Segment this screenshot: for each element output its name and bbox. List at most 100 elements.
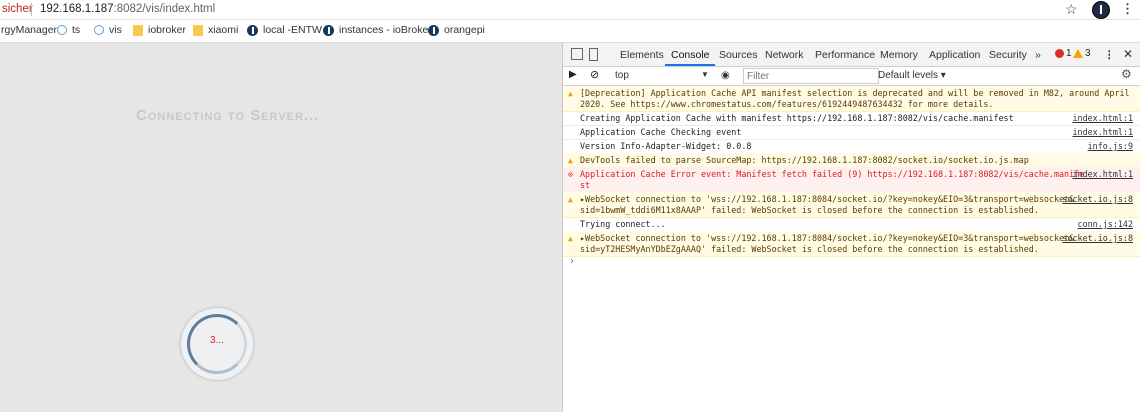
- cloud-icon: [57, 25, 67, 35]
- url-path: :8082/vis/index.html: [113, 3, 216, 15]
- console-toolbar: ▶ ⊘ top ▼ ◉ Default levels ▾ ⚙: [563, 67, 1140, 86]
- context-caret-icon[interactable]: ▼: [701, 70, 709, 79]
- bookmark-label: xiaomi: [208, 24, 239, 36]
- inspect-element-icon[interactable]: [571, 48, 583, 60]
- warning-count: 3: [1085, 48, 1091, 59]
- console-source-link[interactable]: index.html:1: [1072, 127, 1133, 138]
- error-icon: ⊗: [568, 170, 573, 179]
- tab-performance[interactable]: Performance: [815, 49, 875, 61]
- error-count: 1: [1066, 48, 1072, 59]
- log-levels-dropdown[interactable]: Default levels ▾: [878, 70, 946, 81]
- bookmarks-bar: rgyManager ts vis iobroker xiaomi local -ENTW…: [0, 20, 1140, 43]
- warning-icon: ▲: [568, 156, 573, 165]
- console-message-text[interactable]: ▸WebSocket connection to 'wss://192.168.…: [580, 233, 1074, 255]
- bookmark-label: vis: [109, 24, 122, 36]
- more-tabs-button[interactable]: »: [1035, 49, 1041, 61]
- loading-spinner: 3...: [181, 308, 253, 380]
- console-prompt[interactable]: ›: [569, 256, 575, 267]
- divider: [31, 3, 32, 16]
- console-message-text[interactable]: ▸WebSocket connection to 'wss://192.168.…: [580, 194, 1074, 216]
- folder-icon: [193, 24, 203, 36]
- sidebar-toggle-icon[interactable]: ▶: [569, 69, 577, 80]
- console-source-link[interactable]: conn.js:142: [1078, 219, 1133, 230]
- bookmark-label: instances - ioBroker: [339, 24, 432, 36]
- context-selector[interactable]: top: [615, 70, 629, 81]
- console-message: ▲ [Deprecation] Application Cache API man…: [563, 86, 1140, 112]
- warning-icon: [1073, 49, 1083, 58]
- device-toolbar-icon[interactable]: [589, 48, 598, 61]
- console-source-link[interactable]: socket.io.js:8: [1062, 233, 1133, 244]
- tab-elements[interactable]: Elements: [620, 49, 664, 61]
- tab-network[interactable]: Network: [765, 49, 804, 61]
- console-message-text[interactable]: Creating Application Cache with manifest…: [580, 113, 1014, 124]
- bookmark-star-icon[interactable]: ☆: [1065, 1, 1078, 18]
- warning-icon: ▲: [568, 234, 573, 243]
- connecting-message: Connecting to Server...: [136, 107, 320, 124]
- console-source-link[interactable]: info.js:9: [1088, 141, 1133, 152]
- bookmark-item[interactable]: iobroker: [133, 24, 186, 36]
- tab-console[interactable]: Console: [671, 49, 710, 61]
- warning-icon: ▲: [568, 195, 573, 204]
- iobroker-icon: [247, 24, 258, 36]
- address-bar[interactable]: sicher 192.168.1.187:8082/vis/index.html…: [0, 0, 1140, 20]
- url-text[interactable]: 192.168.1.187:8082/vis/index.html: [40, 3, 215, 15]
- active-tab-indicator: [665, 64, 715, 66]
- console-source-link[interactable]: index.html:1: [1072, 169, 1133, 180]
- console-source-link[interactable]: index.html:1: [1072, 113, 1133, 124]
- console-message: ▲ ▸WebSocket connection to 'wss://192.168…: [563, 231, 1140, 257]
- bookmark-label: orangepi: [444, 24, 485, 36]
- bookmark-item[interactable]: ts: [57, 24, 80, 36]
- console-output: › ▲ [Deprecation] Application Cache API m…: [563, 86, 1140, 412]
- url-host: 192.168.1.187: [40, 3, 114, 15]
- vis-page: Connecting to Server... 3...: [0, 43, 562, 412]
- console-filter-input[interactable]: [743, 68, 879, 84]
- console-source-link[interactable]: socket.io.js:8: [1062, 194, 1133, 205]
- console-message-text[interactable]: Application Cache Error event: Manifest …: [580, 169, 1084, 191]
- console-message: ⊗ Application Cache Error event: Manifest…: [563, 167, 1140, 193]
- console-message-text[interactable]: Application Cache Checking event: [580, 127, 741, 138]
- error-icon: [1055, 49, 1064, 58]
- console-message-text[interactable]: [Deprecation] Application Cache API mani…: [580, 88, 1130, 110]
- tab-memory[interactable]: Memory: [880, 49, 918, 61]
- iobroker-icon: [428, 24, 439, 36]
- bookmark-label: local -ENTW: [263, 24, 322, 36]
- error-count-badge[interactable]: 1: [1055, 48, 1072, 59]
- console-settings-gear-icon[interactable]: ⚙: [1121, 67, 1132, 81]
- tab-sources[interactable]: Sources: [719, 49, 758, 61]
- countdown-text: 3...: [210, 335, 224, 346]
- devtools-tabbar: Elements Console Sources Network Performance…: [563, 43, 1140, 67]
- console-message-text[interactable]: DevTools failed to parse SourceMap: http…: [580, 155, 1029, 166]
- devtools-panel: Elements Console Sources Network Performance…: [563, 43, 1140, 412]
- kebab-menu-icon[interactable]: ⋮: [1121, 1, 1134, 17]
- console-message: ▲ DevTools failed to parse SourceMap: htt…: [563, 153, 1140, 168]
- bookmark-item[interactable]: local -ENTW: [247, 24, 322, 36]
- clear-console-icon[interactable]: ⊘: [590, 68, 599, 81]
- devtools-menu-icon[interactable]: ⋮: [1104, 49, 1115, 61]
- bookmark-item[interactable]: instances - ioBroker: [323, 24, 432, 36]
- iobroker-icon: [323, 24, 334, 36]
- bookmark-item[interactable]: vis: [94, 24, 122, 36]
- cloud-icon: [94, 25, 104, 35]
- folder-icon: [133, 24, 143, 36]
- bookmark-item[interactable]: orangepi: [428, 24, 485, 36]
- console-message: Version Info-Adapter-Widget: 0.0.8 info.j…: [563, 139, 1140, 154]
- close-devtools-icon[interactable]: ✕: [1123, 47, 1133, 61]
- warning-count-badge[interactable]: 3: [1073, 48, 1091, 59]
- live-expression-eye-icon[interactable]: ◉: [721, 70, 730, 81]
- console-message: Application Cache Checking event index.ht…: [563, 125, 1140, 140]
- bookmark-label: ts: [72, 24, 81, 36]
- tab-application[interactable]: Application: [929, 49, 980, 61]
- console-message: ▲ ▸WebSocket connection to 'wss://192.168…: [563, 192, 1140, 218]
- bookmark-item[interactable]: rgyManager: [1, 24, 57, 36]
- bookmark-item[interactable]: xiaomi: [193, 24, 238, 36]
- warning-icon: ▲: [568, 89, 573, 98]
- console-message-text[interactable]: Version Info-Adapter-Widget: 0.0.8: [580, 141, 751, 152]
- security-indicator[interactable]: sicher: [2, 3, 33, 15]
- console-message: Creating Application Cache with manifest…: [563, 111, 1140, 126]
- bookmark-label: rgyManager: [1, 24, 58, 36]
- tab-security[interactable]: Security: [989, 49, 1027, 61]
- console-message-text[interactable]: Trying connect...: [580, 219, 666, 230]
- console-message: Trying connect... conn.js:142: [563, 217, 1140, 232]
- bookmark-label: iobroker: [148, 24, 186, 36]
- extension-icon[interactable]: [1092, 1, 1110, 19]
